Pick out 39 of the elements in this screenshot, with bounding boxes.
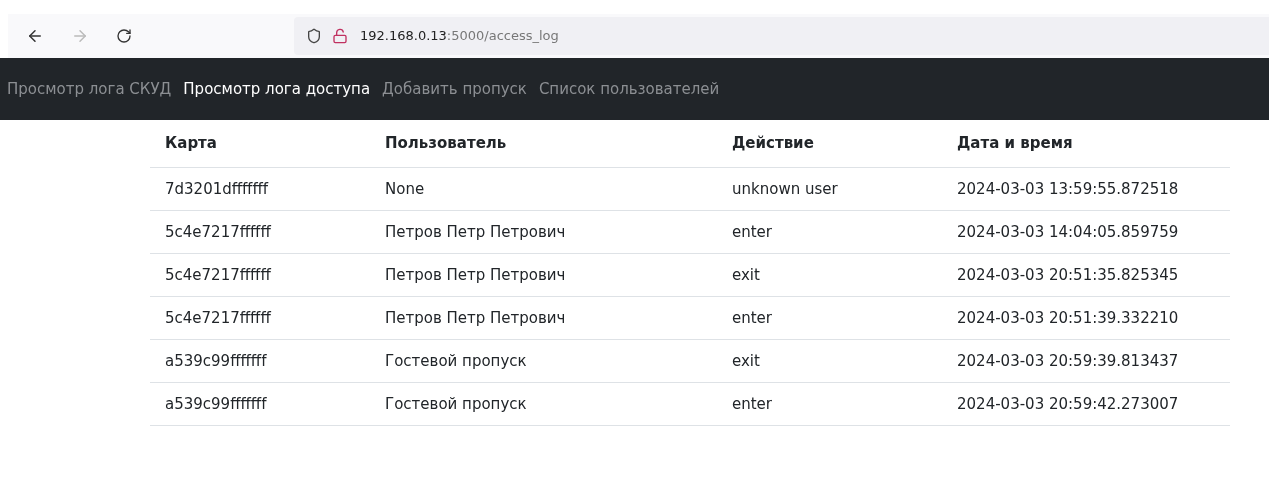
column-header: Карта	[165, 134, 217, 153]
table-cell: Петров Петр Петрович	[385, 222, 566, 241]
nav-link[interactable]: Просмотр лога СКУД	[7, 77, 172, 101]
column-header: Действие	[732, 134, 814, 153]
table-cell: None	[385, 179, 425, 198]
table-cell: exit	[732, 265, 760, 284]
url-path: :5000/access_log	[446, 27, 559, 46]
table-cell: 7d3201dfffffff	[165, 179, 269, 198]
table-cell: unknown user	[732, 179, 838, 198]
shield-icon	[306, 28, 322, 44]
table-cell: 2024-03-03 14:04:05.859759	[957, 222, 1179, 241]
reload-icon[interactable]	[116, 28, 132, 44]
table-cell: a539c99fffffff	[165, 394, 267, 413]
table-cell: exit	[732, 351, 760, 370]
table-cell: Петров Петр Петрович	[385, 308, 566, 327]
insecure-lock-icon	[332, 28, 348, 44]
back-icon[interactable]	[26, 27, 44, 45]
table-cell: 5c4e7217ffffff	[165, 265, 271, 284]
url-host: 192.168.0.13	[360, 27, 447, 46]
column-header: Пользователь	[385, 134, 507, 153]
table-cell: 2024-03-03 20:59:39.813437	[957, 351, 1179, 370]
table-cell: Гостевой пропуск	[385, 394, 527, 413]
table-cell: Гостевой пропуск	[385, 351, 527, 370]
table-cell: a539c99fffffff	[165, 351, 267, 370]
table-cell: Петров Петр Петрович	[385, 265, 566, 284]
table-cell: 2024-03-03 13:59:55.872518	[957, 179, 1179, 198]
table-cell: 5c4e7217ffffff	[165, 222, 271, 241]
table-cell: enter	[732, 222, 772, 241]
table-cell: 2024-03-03 20:51:35.825345	[957, 265, 1179, 284]
table-cell: 2024-03-03 20:51:39.332210	[957, 308, 1179, 327]
table-cell: 2024-03-03 20:59:42.273007	[957, 394, 1179, 413]
table-cell: enter	[732, 394, 772, 413]
nav-link[interactable]: Добавить пропуск	[382, 77, 527, 101]
table-cell: 5c4e7217ffffff	[165, 308, 271, 327]
column-header: Дата и время	[957, 134, 1073, 153]
nav-link[interactable]: Просмотр лога доступа	[183, 77, 371, 101]
address-bar[interactable]: 192.168.0.13:5000/access_log	[294, 17, 1269, 55]
table-cell: enter	[732, 308, 772, 327]
nav-link[interactable]: Список пользователей	[538, 77, 720, 101]
